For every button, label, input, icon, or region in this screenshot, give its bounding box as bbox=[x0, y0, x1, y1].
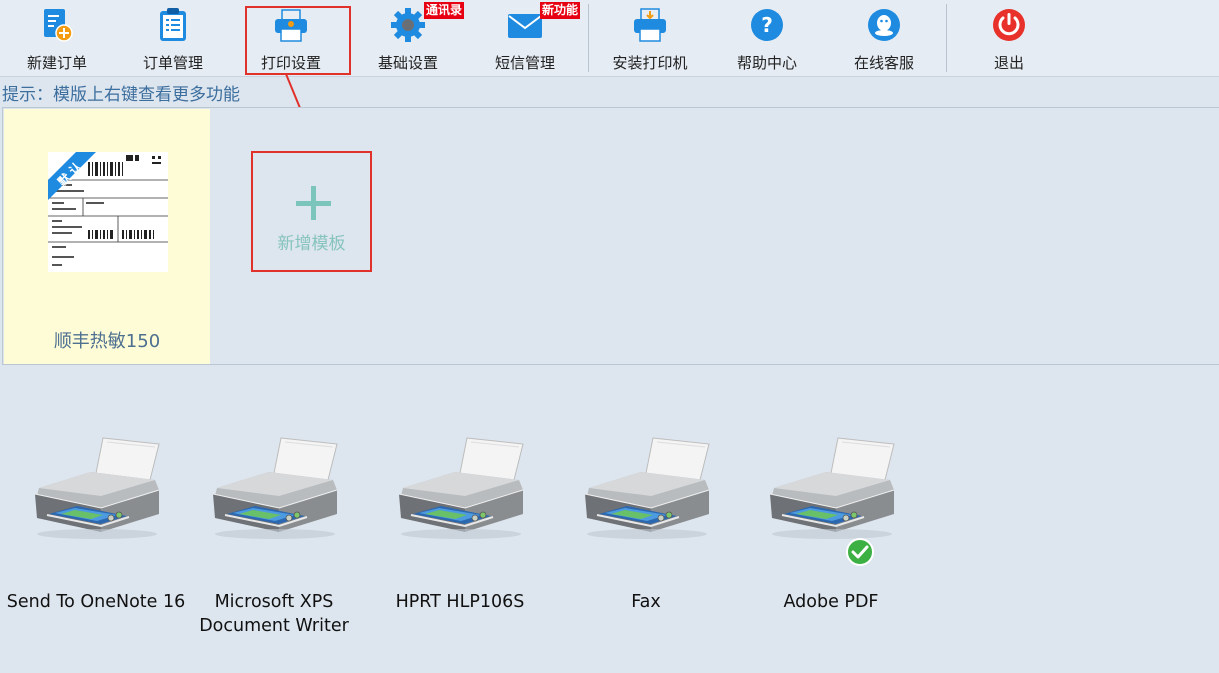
clipboard-icon bbox=[160, 8, 186, 41]
printer-name-line1: HPRT HLP106S bbox=[395, 592, 525, 612]
printer-name-line1: Fax bbox=[631, 592, 661, 612]
printer-item[interactable]: Adobe PDF bbox=[738, 430, 924, 640]
printer-name-line1: Send To OneNote 16 bbox=[6, 592, 186, 612]
add-template-label: 新增模板 bbox=[277, 234, 346, 254]
print-settings-highlight bbox=[245, 6, 351, 75]
printer-icon bbox=[398, 437, 524, 540]
template-card[interactable]: 默认 顺丰热敏150 bbox=[4, 109, 210, 364]
default-printer-check-icon bbox=[846, 538, 874, 566]
online-service-label: 在线客服 bbox=[853, 54, 914, 72]
printer-name-line1: Adobe PDF bbox=[783, 592, 879, 612]
printer-name: HPRT HLP106S bbox=[367, 590, 553, 614]
printer-name: Adobe PDF bbox=[738, 590, 924, 614]
new-order-icon bbox=[44, 9, 73, 42]
online-service-button[interactable]: 在线客服 bbox=[829, 0, 939, 76]
install-printer-label: 安装打印机 bbox=[612, 54, 688, 72]
toolbar-separator bbox=[588, 4, 589, 72]
exit-label: 退出 bbox=[993, 54, 1024, 72]
new-order-button[interactable]: 新建订单 bbox=[2, 0, 112, 76]
install-printer-button[interactable]: 安装打印机 bbox=[595, 0, 705, 76]
printer-icon bbox=[584, 437, 710, 540]
svg-text:?: ? bbox=[761, 13, 773, 37]
printer-item[interactable]: HPRT HLP106S bbox=[367, 430, 553, 640]
new-order-label: 新建订单 bbox=[26, 54, 87, 72]
new-feature-badge: 新功能 bbox=[540, 2, 581, 19]
add-template-button[interactable]: 新增模板 bbox=[251, 151, 372, 272]
printer-name: Microsoft XPS Document Writer bbox=[181, 590, 367, 638]
exit-button[interactable]: 退出 bbox=[954, 0, 1064, 76]
qq-icon bbox=[868, 9, 900, 41]
help-center-label: 帮助中心 bbox=[736, 54, 797, 72]
template-name: 顺丰热敏150 bbox=[53, 331, 161, 352]
gear-icon bbox=[391, 8, 425, 42]
envelope-icon bbox=[508, 14, 542, 38]
contacts-badge: 通讯录 bbox=[424, 2, 465, 19]
template-panel: 默认 顺丰热敏150 新增模板 bbox=[2, 107, 1219, 365]
printer-icon bbox=[34, 437, 160, 540]
basic-settings-label: 基础设置 bbox=[377, 54, 438, 72]
order-management-button[interactable]: 订单管理 bbox=[118, 0, 228, 76]
printer-icon bbox=[769, 437, 895, 540]
install-printer-icon bbox=[634, 8, 666, 42]
hint-text: 提示：模版上右键查看更多功能 bbox=[2, 85, 240, 105]
printer-icon bbox=[212, 437, 338, 540]
power-icon bbox=[993, 9, 1025, 41]
toolbar-separator bbox=[946, 4, 947, 72]
printer-item[interactable]: Microsoft XPS Document Writer bbox=[181, 430, 367, 640]
plus-icon-bar bbox=[296, 201, 331, 206]
printer-item[interactable]: Fax bbox=[553, 430, 739, 640]
help-center-button[interactable]: ? 帮助中心 bbox=[712, 0, 822, 76]
order-management-label: 订单管理 bbox=[142, 54, 203, 72]
printer-item[interactable]: Send To OneNote 16 bbox=[3, 430, 189, 640]
printer-name-line2: Document Writer bbox=[199, 616, 349, 636]
printer-name: Fax bbox=[553, 590, 739, 614]
sms-management-label: 短信管理 bbox=[494, 54, 555, 72]
main-toolbar: 新建订单 订单管理 打印设置 基础设置 通讯录 短信管理 新功能 安装打印机 ?… bbox=[0, 0, 1219, 77]
printer-name-line1: Microsoft XPS bbox=[214, 592, 334, 612]
printer-name: Send To OneNote 16 bbox=[3, 590, 189, 614]
template-thumbnail: 默认 bbox=[48, 152, 168, 272]
help-icon: ? bbox=[751, 9, 783, 41]
